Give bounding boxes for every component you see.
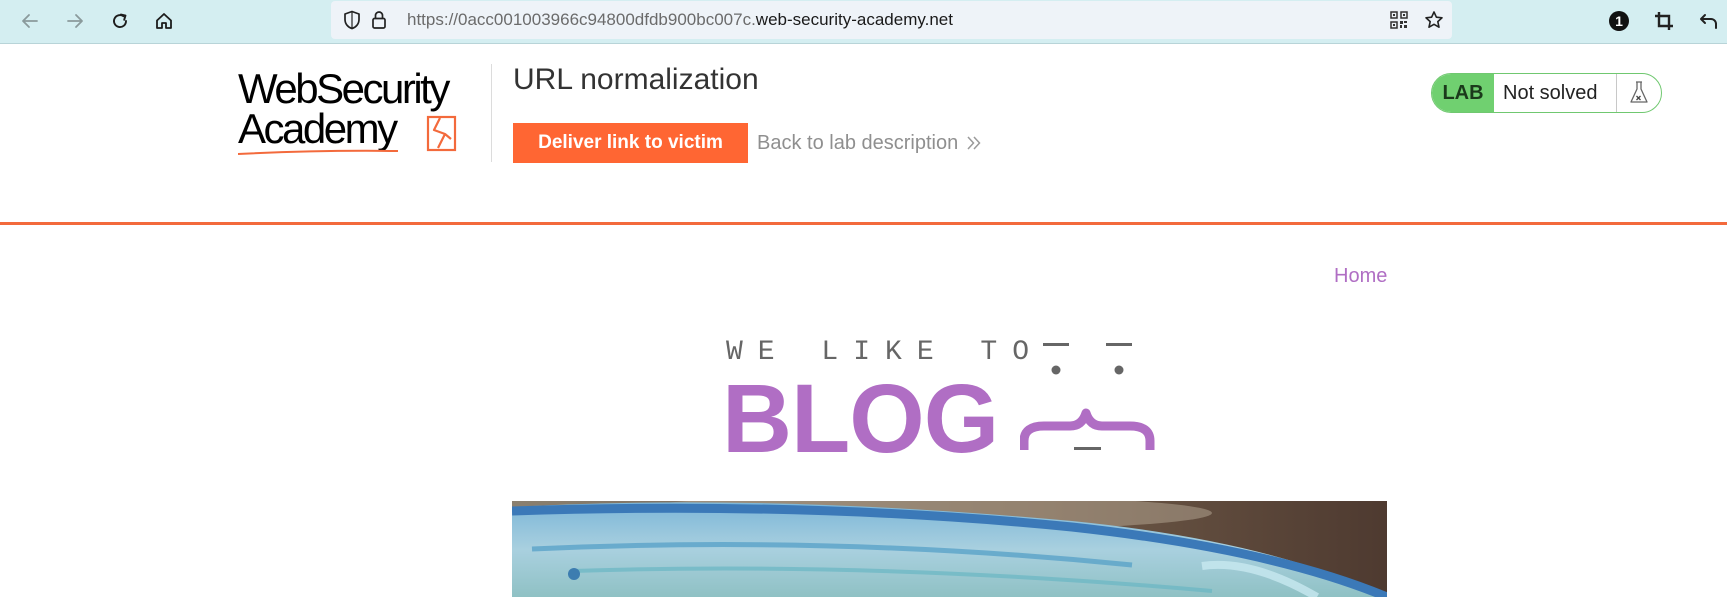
lab-status-widget: LAB Not solved: [1431, 73, 1662, 113]
crop-icon: [1655, 12, 1673, 30]
address-bar[interactable]: https://0acc001003966c94800dfdb900bc007c…: [331, 1, 1452, 39]
lab-header: WebSecurity Academy URL normalization De…: [0, 44, 1727, 225]
back-button[interactable]: [13, 4, 47, 38]
lock-icon[interactable]: [365, 1, 393, 39]
extension-badge-count: 1: [1615, 13, 1623, 29]
star-icon[interactable]: [1420, 1, 1448, 39]
lab-badge: LAB: [1432, 74, 1494, 112]
deliver-link-button[interactable]: Deliver link to victim: [513, 123, 748, 163]
reload-button[interactable]: [103, 4, 137, 38]
flask-icon-container: [1617, 74, 1661, 112]
forward-button[interactable]: [58, 4, 92, 38]
qr-code-icon[interactable]: [1385, 1, 1413, 39]
nav-home-link[interactable]: Home: [1334, 263, 1387, 289]
brace-face-icon: [1020, 343, 1155, 450]
undo-button[interactable]: [1692, 4, 1726, 38]
back-to-lab-description-link[interactable]: Back to lab description: [757, 124, 982, 162]
lab-title: URL normalization: [513, 63, 759, 96]
arrow-left-icon: [22, 14, 38, 28]
home-button[interactable]: [147, 4, 181, 38]
web-security-academy-logo[interactable]: WebSecurity Academy: [238, 68, 490, 164]
url-text[interactable]: https://0acc001003966c94800dfdb900bc007c…: [407, 1, 953, 39]
logo-bolt-icon: [238, 115, 457, 155]
arrow-right-icon: [67, 14, 83, 28]
home-icon: [156, 13, 172, 29]
undo-arrow-icon: [1700, 14, 1717, 29]
double-chevron-right-icon: [967, 136, 981, 150]
flask-icon: [1630, 81, 1648, 103]
header-divider: [491, 64, 492, 162]
lab-status-text: Not solved: [1494, 74, 1617, 112]
blog-post-image[interactable]: [512, 501, 1387, 597]
shield-icon[interactable]: [338, 1, 366, 39]
reload-icon: [113, 13, 127, 28]
url-domain: web-security-academy.net: [755, 10, 953, 29]
url-subdomain: https://0acc001003966c94800dfdb900bc007c…: [407, 10, 756, 29]
screenshot-button[interactable]: [1647, 4, 1681, 38]
blog-wordmark: BLOG: [722, 364, 999, 473]
hero-photo: [512, 501, 1387, 597]
back-link-label: Back to lab description: [757, 132, 959, 154]
blog-logo: WE LIKE TO BLOG: [722, 335, 1176, 469]
extension-button[interactable]: 1: [1602, 4, 1636, 38]
browser-toolbar: https://0acc001003966c94800dfdb900bc007c…: [0, 0, 1727, 44]
